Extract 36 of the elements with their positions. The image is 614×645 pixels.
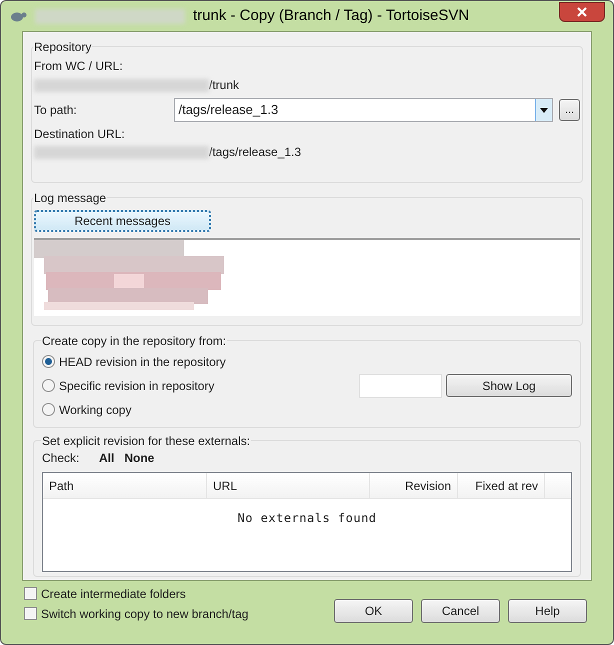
field-label: To path: [34,102,78,119]
url-text: /trunk [209,77,240,94]
column-header[interactable]: Fixed at rev [458,473,545,498]
dropdown-icon [535,99,552,121]
dialog-button[interactable]: OK [334,599,413,623]
path-combobox[interactable]: /tags/release_1.3 [174,98,554,122]
check-link[interactable]: All [99,448,114,466]
checkbox[interactable] [24,607,37,620]
radio-button[interactable] [42,355,55,368]
dialog-button[interactable]: Help [508,599,587,623]
checkbox-label: Switch working copy to new branch/tag [41,606,248,622]
empty-message: No externals found [237,510,377,527]
checkbox-label: Create intermediate folders [41,586,186,602]
radio-button[interactable] [42,379,55,392]
field-label: Destination URL: [34,126,126,142]
dialog-button[interactable]: Cancel [421,599,500,623]
log-message-field[interactable] [34,238,580,316]
radio-button[interactable] [42,403,55,416]
column-header[interactable]: Path [43,473,207,498]
browse-button[interactable]: ... [559,99,580,121]
revision-field[interactable] [359,374,442,398]
check-label: Check: [42,450,80,466]
checkbox[interactable] [24,587,37,600]
column-header[interactable]: Revision [370,473,458,498]
radio-label: Specific revision in repository [59,378,214,394]
field-label: From WC / URL: [34,58,124,75]
close-icon [577,7,587,17]
url-text: /tags/release_1.3 [209,144,302,161]
check-link[interactable]: None [124,448,154,466]
column-header[interactable]: URL [207,473,370,498]
close-button[interactable] [559,2,605,22]
radio-label: HEAD revision in the repository [59,354,226,370]
show-log-button[interactable]: Show Log [446,374,572,397]
radio-label: Working copy [59,402,132,418]
recent-messages-button[interactable]: Recent messages [34,210,211,232]
window-title: trunk - Copy (Branch / Tag) - TortoiseSVN [193,6,470,26]
